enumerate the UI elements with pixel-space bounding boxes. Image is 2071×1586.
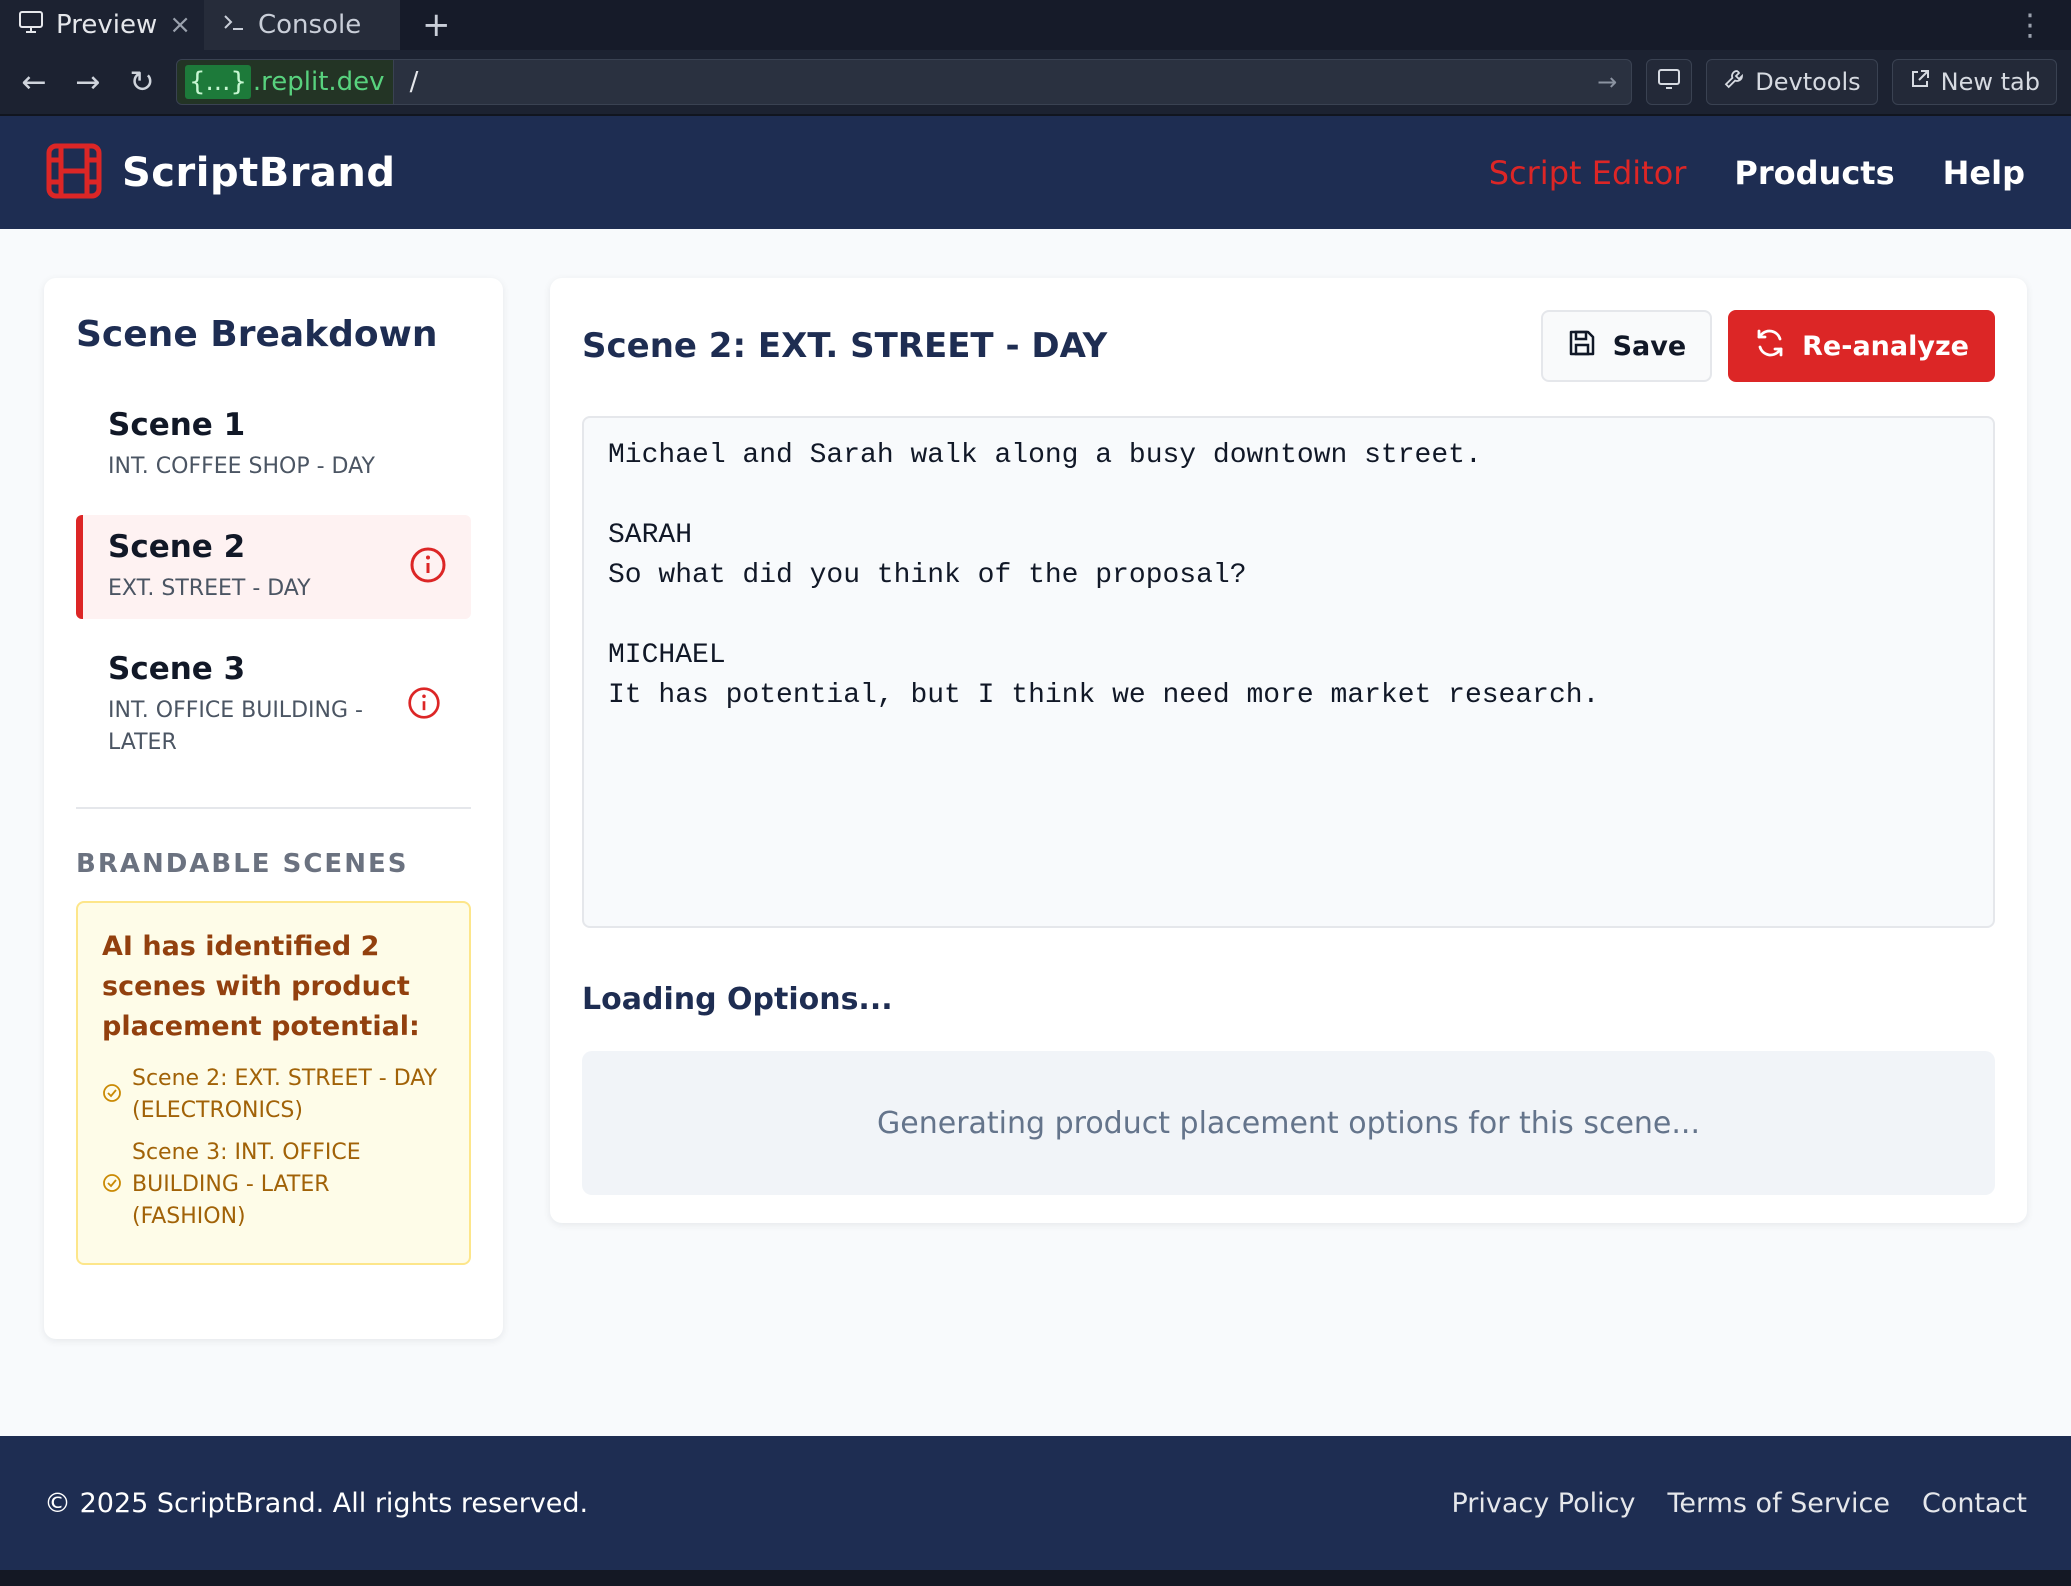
url-field[interactable]: {...} .replit.dev / →: [176, 59, 1633, 105]
sidebar-title: Scene Breakdown: [76, 314, 438, 355]
monitor-icon: [18, 10, 44, 41]
brand-name: ScriptBrand: [122, 149, 396, 196]
app-root: ScriptBrand Script Editor Products Help …: [0, 116, 2071, 1570]
new-tab-label: New tab: [1940, 68, 2040, 96]
tab-preview-label: Preview: [56, 10, 158, 40]
save-label: Save: [1612, 330, 1687, 362]
reanalyze-button[interactable]: Re-analyze: [1728, 310, 1995, 382]
scene-title: Scene 3: [108, 651, 246, 687]
new-tab-plus-icon[interactable]: +: [400, 0, 473, 50]
tab-preview[interactable]: Preview ×: [0, 0, 204, 50]
nav-products[interactable]: Products: [1734, 154, 1894, 192]
sidebar-divider: [76, 807, 471, 809]
footer-links: Privacy Policy Terms of Service Contact: [1451, 1488, 2027, 1519]
external-link-icon: [1909, 68, 1931, 96]
devtools-label: Devtools: [1755, 68, 1861, 96]
copyright-text: © 2025 ScriptBrand. All rights reserved.: [44, 1487, 589, 1519]
floppy-disk-icon: [1567, 328, 1597, 365]
editor-header: Scene 2: EXT. STREET - DAY Save Re-analy…: [582, 310, 1995, 382]
bottom-strip: [0, 1570, 2071, 1586]
reload-icon[interactable]: ↻: [122, 65, 162, 100]
nav-help[interactable]: Help: [1943, 154, 2025, 192]
script-editor-textarea[interactable]: Michael and Sarah walk along a busy down…: [582, 416, 1995, 928]
footer-link-terms[interactable]: Terms of Service: [1667, 1488, 1890, 1519]
devtools-button[interactable]: Devtools: [1706, 59, 1878, 105]
info-icon: [407, 686, 441, 724]
brandable-item[interactable]: Scene 3: INT. OFFICE BUILDING - LATER (F…: [102, 1137, 445, 1233]
forward-icon[interactable]: →: [68, 65, 108, 100]
app-footer: © 2025 ScriptBrand. All rights reserved.…: [0, 1436, 2071, 1570]
url-path: /: [409, 67, 419, 97]
wrench-icon: [1723, 68, 1745, 96]
scene-location: EXT. STREET - DAY: [108, 576, 311, 601]
terminal-icon: [222, 10, 246, 41]
tab-console-label: Console: [258, 10, 362, 40]
more-menu-icon[interactable]: ⋮: [2015, 0, 2071, 50]
brandable-item-text: Scene 2: EXT. STREET - DAY (ELECTRONICS): [132, 1066, 438, 1123]
address-bar-row: ← → ↻ {...} .replit.dev / → Devtools New…: [0, 50, 2071, 116]
device-icon: [1657, 68, 1681, 96]
loading-options-panel: Generating product placement options for…: [582, 1051, 1995, 1195]
browser-tab-bar: Preview × Console + ⋮: [0, 0, 2071, 50]
reanalyze-label: Re-analyze: [1802, 330, 1969, 362]
scene-item-3[interactable]: Scene 3 INT. OFFICE BUILDING - LATER: [76, 637, 471, 773]
brandable-item-text: Scene 3: INT. OFFICE BUILDING - LATER (F…: [132, 1140, 361, 1229]
scene-editor-panel: Scene 2: EXT. STREET - DAY Save Re-analy…: [550, 278, 2027, 1223]
scene-location: INT. OFFICE BUILDING - LATER: [108, 698, 363, 755]
url-host-domain: .replit.dev: [252, 67, 385, 97]
refresh-icon: [1754, 327, 1786, 366]
scene-location: INT. COFFEE SHOP - DAY: [108, 454, 375, 479]
brandable-message: AI has identified 2 scenes with product …: [102, 931, 420, 1042]
open-new-tab-button[interactable]: New tab: [1891, 59, 2057, 105]
editor-actions: Save Re-analyze: [1540, 310, 1995, 382]
check-circle-icon: [102, 1173, 122, 1197]
scene-item-2[interactable]: Scene 2 EXT. STREET - DAY: [76, 515, 471, 619]
close-icon[interactable]: ×: [169, 10, 191, 40]
scene-item-1[interactable]: Scene 1 INT. COFFEE SHOP - DAY: [76, 393, 471, 497]
loading-options-title: Loading Options...: [582, 982, 893, 1017]
scene-heading: Scene 2: EXT. STREET - DAY: [582, 326, 1108, 366]
tab-console[interactable]: Console: [204, 0, 400, 50]
scene-title: Scene 2: [108, 529, 246, 565]
brandable-scenes-heading: BRANDABLE SCENES: [76, 849, 409, 879]
footer-link-privacy[interactable]: Privacy Policy: [1451, 1488, 1635, 1519]
brandable-item[interactable]: Scene 2: EXT. STREET - DAY (ELECTRONICS): [102, 1063, 445, 1127]
back-icon[interactable]: ←: [14, 65, 54, 100]
go-arrow-icon[interactable]: →: [1597, 68, 1631, 96]
url-host-braces: {...}: [185, 65, 251, 99]
footer-link-contact[interactable]: Contact: [1922, 1488, 2027, 1519]
main-nav: Script Editor Products Help: [1489, 154, 2025, 192]
app-header: ScriptBrand Script Editor Products Help: [0, 116, 2071, 229]
nav-script-editor[interactable]: Script Editor: [1489, 154, 1687, 192]
scene-title: Scene 1: [108, 407, 246, 443]
url-host: {...} .replit.dev: [177, 60, 394, 104]
scene-sidebar: Scene Breakdown Scene 1 INT. COFFEE SHOP…: [44, 278, 503, 1339]
brandable-scenes-panel: AI has identified 2 scenes with product …: [76, 901, 471, 1265]
check-circle-icon: [102, 1083, 122, 1107]
save-button[interactable]: Save: [1540, 310, 1713, 382]
loading-message: Generating product placement options for…: [877, 1105, 1700, 1141]
brand[interactable]: ScriptBrand: [46, 143, 396, 203]
device-preview-button[interactable]: [1646, 59, 1693, 105]
info-icon: [409, 546, 447, 588]
film-icon: [46, 143, 102, 203]
